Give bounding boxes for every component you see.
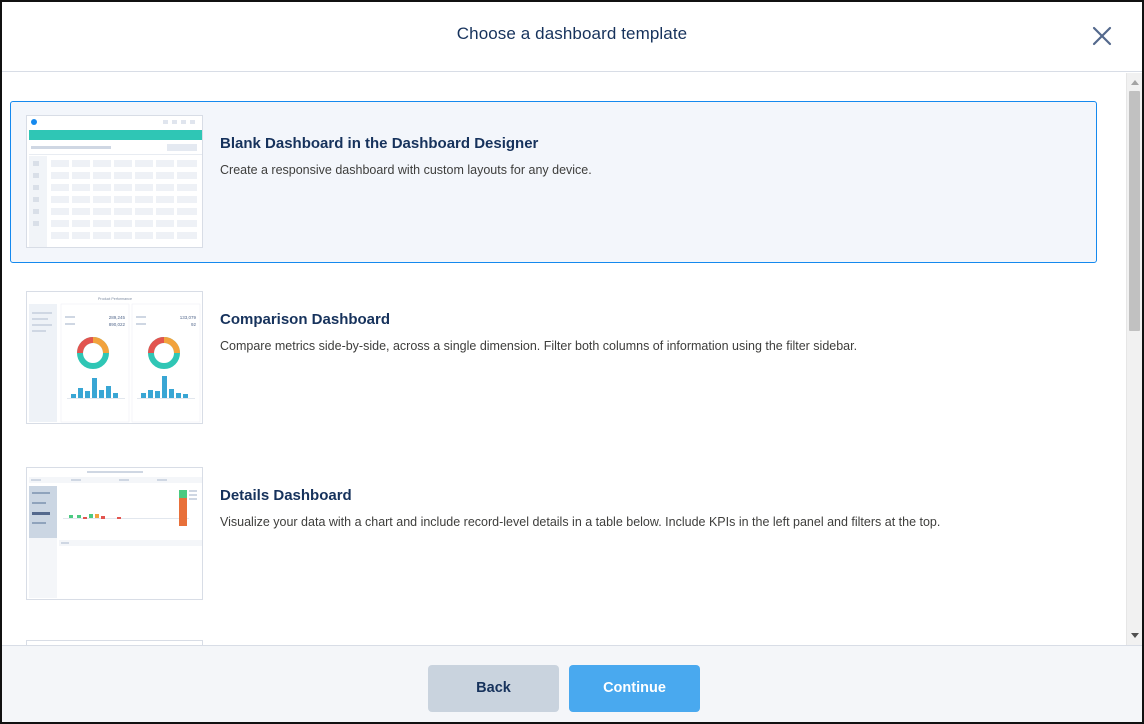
thumb-heading: Product Performance [98,297,132,301]
continue-button[interactable]: Continue [569,665,700,712]
thumb-left-value-2: 890,022 [109,322,126,327]
template-card-comparison[interactable]: Product Performance 289,245 890,022 133,… [10,277,1097,439]
template-list-area: Blank Dashboard in the Dashboard Designe… [2,73,1142,645]
template-description: Create a responsive dashboard with custo… [220,163,592,177]
template-card-text: Details Dashboard Visualize your data wi… [220,487,1076,529]
list-scrollbar[interactable] [1126,73,1142,645]
template-title: Details Dashboard [220,487,352,504]
thumb-right-value-2: 92 [191,322,197,327]
template-title: Comparison Dashboard [220,311,391,328]
template-title: Blank Dashboard in the Dashboard Designe… [220,135,539,152]
template-card-text: Comparison Dashboard Compare metrics sid… [220,311,1076,353]
template-list: Blank Dashboard in the Dashboard Designe… [10,101,1097,615]
blank-dashboard-thumbnail [26,115,203,248]
modal-title: Choose a dashboard template [456,24,688,43]
back-button[interactable]: Back [428,665,559,712]
close-icon [1092,26,1112,46]
modal-header: Choose a dashboard template [2,2,1142,72]
scroll-thumb[interactable] [1129,91,1140,331]
scroll-down-icon[interactable] [1131,633,1139,638]
thumb-right-value-1: 133,079 [180,315,197,320]
details-dashboard-thumbnail [26,467,203,600]
modal-footer: Back Continue [2,645,1142,722]
template-card-details[interactable]: Details Dashboard Visualize your data wi… [10,453,1097,615]
template-picker-modal: Choose a dashboard template Blank Dashbo… [0,0,1144,724]
comparison-dashboard-thumbnail: Product Performance 289,245 890,022 133,… [26,291,203,424]
template-card-text: Blank Dashboard in the Dashboard Designe… [220,135,1076,177]
template-description: Compare metrics side-by-side, across a s… [220,339,858,353]
scroll-up-icon[interactable] [1131,80,1139,85]
template-description: Visualize your data with a chart and inc… [220,515,941,529]
thumb-left-value-1: 289,245 [109,315,126,320]
template-card-blank[interactable]: Blank Dashboard in the Dashboard Designe… [10,101,1097,263]
close-button[interactable] [1088,22,1116,50]
